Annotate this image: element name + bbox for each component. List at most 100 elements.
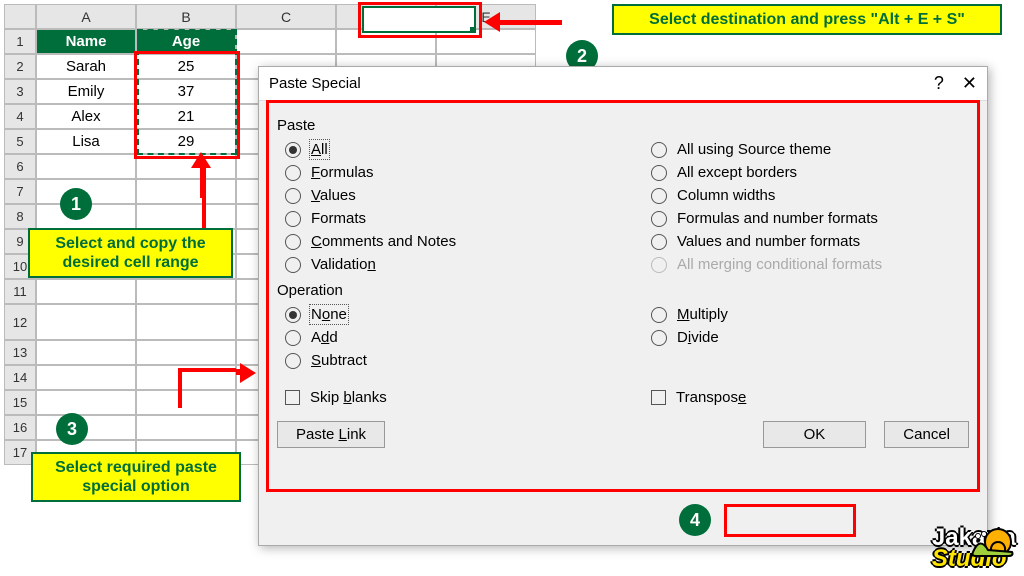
radio-icon[interactable] <box>285 330 301 346</box>
radio-icon[interactable] <box>285 307 301 323</box>
paste-option[interactable]: Values <box>277 184 603 207</box>
select-all-corner[interactable] <box>4 4 36 29</box>
option-label: Add <box>311 329 338 346</box>
transpose-checkbox[interactable] <box>651 390 666 405</box>
arrow-stem-1 <box>202 196 206 228</box>
arrow-stem-3h <box>178 368 236 372</box>
ok-button[interactable]: OK <box>763 421 867 448</box>
operation-option[interactable]: None <box>277 303 603 326</box>
radio-icon[interactable] <box>285 142 301 158</box>
radio-icon[interactable] <box>285 353 301 369</box>
skip-blanks-label: Skip blanks <box>310 389 387 406</box>
paste-option[interactable]: Validation <box>277 253 603 276</box>
option-label: Validation <box>311 256 376 273</box>
step-badge-4: 4 <box>679 504 711 536</box>
radio-icon[interactable] <box>285 188 301 204</box>
cell-C1[interactable] <box>236 29 336 54</box>
row-header-3[interactable]: 3 <box>4 79 36 104</box>
cell-B4[interactable]: 21 <box>136 104 236 129</box>
col-header-A[interactable]: A <box>36 4 136 29</box>
radio-icon <box>651 257 667 273</box>
paste-option[interactable]: Formats <box>277 207 603 230</box>
paste-special-dialog: Paste Special ? ✕ Paste All Formulas Value… <box>258 66 988 546</box>
arrow-right-3 <box>236 369 242 375</box>
option-label: All <box>311 141 328 158</box>
radio-icon[interactable] <box>651 165 667 181</box>
col-header-B[interactable]: B <box>136 4 236 29</box>
radio-icon[interactable] <box>651 142 667 158</box>
cancel-button[interactable]: Cancel <box>884 421 969 448</box>
arrow-stem-3v <box>178 368 182 408</box>
help-button[interactable]: ? <box>934 73 944 94</box>
paste-option[interactable]: Formulas and number formats <box>643 207 969 230</box>
cell-B3[interactable]: 37 <box>136 79 236 104</box>
destination-cell[interactable] <box>362 6 476 33</box>
paste-option[interactable]: Values and number formats <box>643 230 969 253</box>
option-label: None <box>311 306 347 323</box>
transpose-label: Transpose <box>676 389 746 406</box>
cell-A4[interactable]: Alex <box>36 104 136 129</box>
close-button[interactable]: ✕ <box>962 73 977 94</box>
cell-A2[interactable]: Sarah <box>36 54 136 79</box>
cell-A3[interactable]: Emily <box>36 79 136 104</box>
operation-group-label: Operation <box>277 282 969 299</box>
cell-A1[interactable]: Name <box>36 29 136 54</box>
row-header-2[interactable]: 2 <box>4 54 36 79</box>
callout-step1: Select and copy the desired cell range <box>28 228 233 278</box>
snail-icon <box>968 522 1018 558</box>
paste-group-label: Paste <box>277 117 969 134</box>
paste-option[interactable]: All using Source theme <box>643 138 969 161</box>
cell-B5[interactable]: 29 <box>136 129 236 154</box>
paste-option: All merging conditional formats <box>643 253 969 276</box>
dialog-title: Paste Special <box>269 75 361 92</box>
callout-step2: Select destination and press "Alt + E + … <box>612 4 1002 35</box>
radio-icon[interactable] <box>285 165 301 181</box>
radio-icon[interactable] <box>651 234 667 250</box>
paste-option[interactable]: Comments and Notes <box>277 230 603 253</box>
option-label: Multiply <box>677 306 728 323</box>
radio-icon[interactable] <box>285 211 301 227</box>
dialog-titlebar: Paste Special ? ✕ <box>259 67 987 101</box>
row-header-4[interactable]: 4 <box>4 104 36 129</box>
option-label: Values <box>311 187 356 204</box>
operation-option[interactable]: Multiply <box>643 303 969 326</box>
option-label: Comments and Notes <box>311 233 456 250</box>
option-label: Divide <box>677 329 719 346</box>
radio-icon[interactable] <box>651 330 667 346</box>
paste-link-button[interactable]: Paste Link <box>277 421 385 448</box>
radio-icon[interactable] <box>285 234 301 250</box>
radio-icon[interactable] <box>651 188 667 204</box>
option-label: All using Source theme <box>677 141 831 158</box>
row-header-5[interactable]: 5 <box>4 129 36 154</box>
option-label: Formulas <box>311 164 374 181</box>
step-badge-1: 1 <box>60 188 92 220</box>
paste-option[interactable]: All <box>277 138 603 161</box>
cell-A5[interactable]: Lisa <box>36 129 136 154</box>
radio-icon[interactable] <box>651 211 667 227</box>
row-header-1[interactable]: 1 <box>4 29 36 54</box>
radio-icon[interactable] <box>651 307 667 323</box>
callout-step3: Select required paste special option <box>31 452 241 502</box>
option-label: All merging conditional formats <box>677 256 882 273</box>
option-label: Values and number formats <box>677 233 860 250</box>
operation-option[interactable]: Subtract <box>277 349 603 372</box>
paste-option[interactable]: Column widths <box>643 184 969 207</box>
operation-option[interactable]: Add <box>277 326 603 349</box>
skip-blanks-checkbox[interactable] <box>285 390 300 405</box>
col-header-C[interactable]: C <box>236 4 336 29</box>
paste-option[interactable]: Formulas <box>277 161 603 184</box>
option-label: Column widths <box>677 187 775 204</box>
cell-B2[interactable]: 25 <box>136 54 236 79</box>
arrow-left-2 <box>498 21 504 24</box>
option-label: Formats <box>311 210 366 227</box>
option-label: All except borders <box>677 164 797 181</box>
operation-option[interactable]: Divide <box>643 326 969 349</box>
option-label: Formulas and number formats <box>677 210 878 227</box>
paste-option[interactable]: All except borders <box>643 161 969 184</box>
arrow-up-1 <box>200 166 206 198</box>
cell-B1[interactable]: Age <box>136 29 236 54</box>
option-label: Subtract <box>311 352 367 369</box>
arrow-stem-2 <box>498 20 562 25</box>
step-badge-3: 3 <box>56 413 88 445</box>
radio-icon[interactable] <box>285 257 301 273</box>
